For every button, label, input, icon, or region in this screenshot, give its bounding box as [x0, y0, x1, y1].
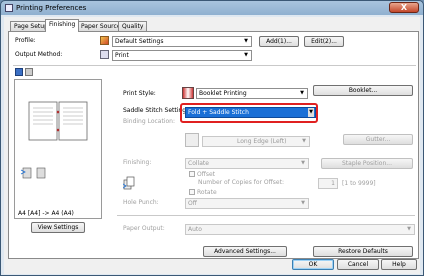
print-style-value: Booklet Printing	[199, 90, 247, 97]
advanced-settings-button[interactable]: Advanced Settings...	[203, 246, 287, 257]
paper-output-value: Auto	[188, 226, 202, 233]
offset-copies-input[interactable]: 1	[318, 178, 338, 189]
highlight-annotation	[180, 103, 318, 123]
profile-label: Profile:	[15, 37, 36, 44]
gutter-button[interactable]: Gutter...	[343, 134, 413, 145]
chevron-down-icon: ▼	[302, 138, 306, 144]
restore-defaults-button[interactable]: Restore Defaults	[313, 246, 413, 257]
offset-copies-value: 1	[331, 180, 335, 187]
finishing-select[interactable]: Collate ▼	[185, 158, 309, 169]
booklet-icon	[182, 87, 194, 99]
dialog-client: Page Setup Finishing Paper Source Qualit…	[4, 17, 420, 274]
chevron-down-icon: ▼	[244, 52, 248, 58]
chevron-down-icon: ▼	[407, 226, 411, 232]
saddle-stitch-label: Saddle Stitch Setting:	[123, 107, 189, 114]
help-button[interactable]: Help	[381, 259, 417, 270]
print-style-select[interactable]: Booklet Printing ▼	[196, 88, 308, 99]
binding-location-label: Binding Location:	[123, 118, 175, 125]
profile-select[interactable]: Default Settings ▼	[112, 36, 252, 47]
view-settings-button[interactable]: View Settings	[31, 222, 85, 233]
binding-icon	[185, 133, 199, 147]
tab-finishing[interactable]: Finishing	[45, 19, 80, 32]
finishing-panel: Profile: Default Settings ▼ Add(1)... Ed…	[8, 31, 419, 259]
offset-range: [1 to 9999]	[342, 180, 376, 187]
rotate-label: Rotate	[197, 189, 217, 196]
title-bar[interactable]: Printing Preferences X	[1, 1, 423, 15]
staple-position-button[interactable]: Staple Position...	[321, 158, 413, 169]
profile-icon	[100, 36, 109, 45]
offset-checkbox[interactable]	[189, 171, 195, 177]
divider	[13, 65, 416, 66]
printer-view-icon[interactable]	[25, 68, 33, 76]
binding-location-value: Long Edge (Left)	[237, 138, 287, 145]
print-style-label: Print Style:	[123, 90, 156, 97]
page-preview: A4 [A4] -> A4 (A4)	[14, 79, 102, 219]
output-method-label: Output Method:	[15, 51, 63, 58]
booklet-settings-button[interactable]: Booklet...	[313, 85, 413, 96]
paper-output-label: Paper Output:	[123, 225, 165, 232]
output-method-value: Print	[115, 52, 129, 59]
printing-preferences-window: Printing Preferences X Page Setup Finish…	[0, 0, 424, 276]
add-profile-button[interactable]: Add(1)...	[259, 36, 299, 47]
tab-quality[interactable]: Quality	[118, 21, 148, 31]
preview-caption: A4 [A4] -> A4 (A4)	[18, 210, 74, 217]
chevron-down-icon: ▼	[301, 200, 305, 206]
cancel-button[interactable]: Cancel	[337, 259, 379, 270]
finishing-label: Finishing:	[123, 159, 152, 166]
output-method-select[interactable]: Print ▼	[112, 50, 252, 61]
window-title: Printing Preferences	[16, 4, 87, 12]
ok-button[interactable]: OK	[292, 259, 334, 270]
edit-profile-button[interactable]: Edit(2)...	[304, 36, 344, 47]
printer-icon	[100, 50, 109, 59]
hole-punch-select[interactable]: Off ▼	[185, 198, 309, 209]
finishing-value: Collate	[188, 160, 209, 167]
divider	[117, 215, 415, 216]
profile-value: Default Settings	[115, 38, 164, 45]
chevron-down-icon: ▼	[301, 160, 305, 166]
offset-label: Offset	[197, 171, 216, 178]
binding-location-select[interactable]: Long Edge (Left) ▼	[202, 136, 310, 147]
close-button[interactable]: X	[389, 2, 419, 13]
chevron-down-icon: ▼	[300, 90, 304, 96]
rotate-checkbox[interactable]	[189, 189, 195, 195]
chevron-down-icon: ▼	[244, 38, 248, 44]
offset-icon	[122, 176, 135, 190]
booklet-preview-graphic	[20, 101, 88, 179]
hole-punch-label: Hole Punch:	[123, 199, 159, 206]
view-toggle-icon[interactable]	[15, 68, 23, 76]
paper-output-select[interactable]: Auto ▼	[185, 224, 415, 235]
printer-icon	[5, 4, 13, 12]
hole-punch-value: Off	[188, 200, 197, 207]
offset-copies-label: Number of Copies for Offset:	[198, 179, 284, 186]
